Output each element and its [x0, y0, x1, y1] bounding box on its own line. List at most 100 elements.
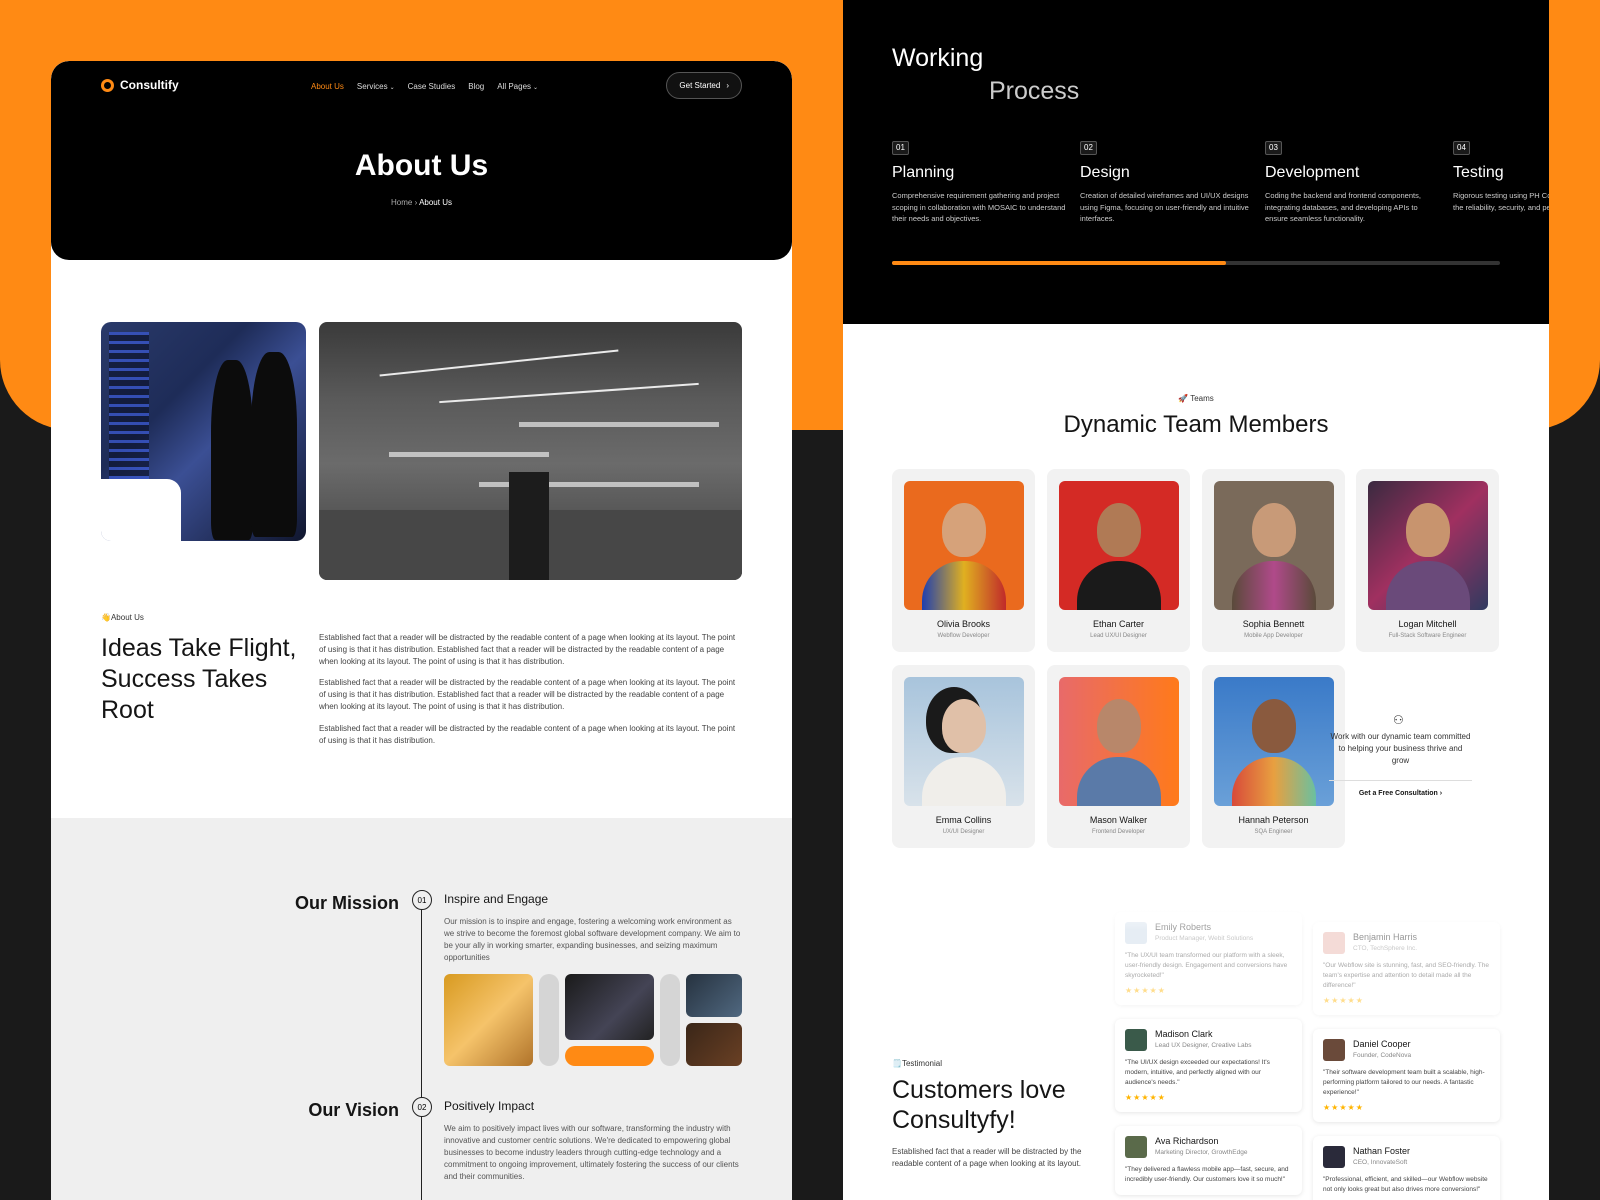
- step-number: 04: [1453, 141, 1470, 155]
- get-started-label: Get Started: [679, 81, 721, 90]
- mission-number: 01: [412, 890, 432, 910]
- testimonial-quote: "Their software development team built a…: [1323, 1069, 1485, 1096]
- testimonial-quote: "The UX/UI team transformed our platform…: [1125, 952, 1288, 979]
- teams-tag: 🚀 Teams: [1178, 394, 1214, 403]
- team-card[interactable]: Mason Walker Frontend Developer: [1047, 665, 1190, 848]
- member-name: Ethan Carter: [1092, 619, 1145, 629]
- step-number: 01: [892, 141, 909, 155]
- testimonial-role: Lead UX Designer, Creative Labs: [1155, 1042, 1252, 1049]
- timeline-line: [421, 900, 422, 1200]
- team-card[interactable]: Sophia Bennett Mobile App Developer: [1202, 469, 1345, 652]
- process-step: 01 Planning Comprehensive requirement ga…: [892, 137, 1067, 225]
- process-title-1: Working: [892, 44, 984, 72]
- working-process-section: Working Process 01 Planning Comprehensiv…: [843, 0, 1549, 324]
- brand-logo[interactable]: Consultify: [101, 78, 179, 92]
- testimonial-card: Madison Clark Lead UX Designer, Creative…: [1115, 1019, 1302, 1112]
- free-consultation-link[interactable]: Get a Free Consultation ›: [1329, 790, 1472, 797]
- member-name: Olivia Brooks: [936, 619, 990, 629]
- testimonial-card: Daniel Cooper Founder, CodeNova "Their s…: [1313, 1029, 1500, 1122]
- avatar: [1323, 932, 1345, 954]
- mission-image-phone: [686, 1023, 742, 1066]
- testimonial-name: Nathan Foster: [1353, 1146, 1411, 1156]
- process-progress-fill: [892, 261, 1227, 265]
- brand-name: Consultify: [120, 78, 179, 92]
- member-role: UX/UI Designer: [942, 829, 985, 835]
- chevron-right-icon: ›: [1439, 790, 1443, 797]
- mission-image-code: [686, 974, 742, 1017]
- nav-all-pages[interactable]: All Pages ⌄: [497, 82, 538, 91]
- testimonial-quote: "Professional, efficient, and skilled—ou…: [1323, 1176, 1488, 1193]
- testimonial-title: Customers love Consultyfy!: [892, 1076, 1066, 1134]
- vision-heading: Positively Impact: [444, 1099, 535, 1113]
- member-photo: [1059, 677, 1179, 806]
- nav-blog[interactable]: Blog: [468, 82, 484, 91]
- mission-image-placeholder: [539, 974, 559, 1066]
- member-name: Hannah Peterson: [1238, 815, 1309, 825]
- member-name: Mason Walker: [1089, 815, 1148, 825]
- step-description: Coding the backend and frontend componen…: [1265, 191, 1421, 223]
- step-title: Design: [1080, 164, 1130, 181]
- step-title: Testing: [1453, 164, 1504, 181]
- main-nav: About Us Services ⌄ Case Studies Blog All…: [311, 82, 538, 91]
- process-step: 04 Testing Rigorous testing using PH Cod…: [1453, 137, 1549, 213]
- rating-stars: ★★★★★: [1323, 996, 1364, 1005]
- breadcrumb: Home › About Us: [51, 198, 792, 207]
- page-title: About Us: [354, 149, 489, 182]
- step-number: 03: [1265, 141, 1282, 155]
- nav-services[interactable]: Services ⌄: [357, 82, 395, 91]
- member-photo: [1368, 481, 1488, 610]
- avatar: [1125, 1136, 1147, 1158]
- about-paragraph: Established fact that a reader will be d…: [319, 678, 736, 711]
- vision-text: We aim to positively impact lives with o…: [444, 1124, 739, 1181]
- nav-about[interactable]: About Us: [311, 82, 344, 91]
- about-page-panel: Consultify About Us Services ⌄ Case Studi…: [51, 61, 792, 1200]
- testimonial-card: Nathan Foster CEO, InnovateSoft "Profess…: [1313, 1136, 1500, 1200]
- rating-stars: ★★★★★: [1323, 1103, 1364, 1112]
- mission-text: Our mission is to inspire and engage, fo…: [444, 917, 741, 962]
- testimonial-fade: [843, 900, 1549, 930]
- process-step: 02 Design Creation of detailed wireframe…: [1080, 137, 1255, 225]
- step-description: Creation of detailed wireframes and UI/U…: [1080, 191, 1249, 223]
- get-started-button[interactable]: Get Started ›: [666, 72, 742, 99]
- mission-image-desk: [565, 974, 654, 1040]
- team-cta-text: Work with our dynamic team committed to …: [1330, 732, 1471, 765]
- about-image-office: [319, 322, 742, 580]
- mission-heading: Inspire and Engage: [444, 892, 549, 906]
- mission-image-accent: [565, 1046, 654, 1066]
- process-title-2: Process: [989, 77, 1080, 105]
- about-tag: 👋About Us: [101, 613, 144, 622]
- avatar: [1323, 1146, 1345, 1168]
- rating-stars: ★★★★★: [1125, 1093, 1166, 1102]
- team-card[interactable]: Hannah Peterson SQA Engineer: [1202, 665, 1345, 848]
- process-progress-bar[interactable]: [892, 261, 1500, 265]
- member-photo: [1214, 677, 1334, 806]
- breadcrumb-home[interactable]: Home: [391, 198, 412, 207]
- process-step: 03 Development Coding the backend and fr…: [1265, 137, 1440, 225]
- member-role: Mobile App Developer: [1244, 633, 1303, 639]
- chevron-down-icon: ⌄: [533, 85, 539, 91]
- team-card[interactable]: Logan Mitchell Full-Stack Software Engin…: [1356, 469, 1499, 652]
- step-title: Planning: [892, 164, 955, 181]
- chevron-down-icon: ⌄: [389, 85, 395, 91]
- member-role: Webflow Developer: [937, 633, 990, 639]
- testimonial-quote: "Our Webflow site is stunning, fast, and…: [1323, 962, 1489, 989]
- testimonial-role: Marketing Director, GrowthEdge: [1155, 1149, 1248, 1156]
- member-name: Emma Collins: [935, 815, 992, 825]
- users-icon: ⚇: [1393, 713, 1404, 727]
- process-team-panel: Working Process 01 Planning Comprehensiv…: [843, 0, 1549, 1200]
- member-name: Sophia Bennett: [1242, 619, 1305, 629]
- teams-title: Dynamic Team Members: [1063, 411, 1329, 438]
- mission-image-woman: [444, 974, 533, 1066]
- member-photo: [1059, 481, 1179, 610]
- nav-case-studies[interactable]: Case Studies: [408, 82, 456, 91]
- member-photo: [1214, 481, 1334, 610]
- member-name: Logan Mitchell: [1398, 619, 1457, 629]
- team-card[interactable]: Olivia Brooks Webflow Developer: [892, 469, 1035, 652]
- team-card[interactable]: Ethan Carter Lead UX/UI Designer: [1047, 469, 1190, 652]
- step-description: Comprehensive requirement gathering and …: [892, 191, 1066, 223]
- team-card[interactable]: Emma Collins UX/UI Designer: [892, 665, 1035, 848]
- testimonial-name: Ava Richardson: [1155, 1136, 1219, 1146]
- testimonial-card: Benjamin Harris CTO, TechSphere Inc. "Ou…: [1313, 922, 1500, 1015]
- mission-title: Our Mission: [294, 893, 399, 913]
- chevron-right-icon: ›: [726, 81, 729, 90]
